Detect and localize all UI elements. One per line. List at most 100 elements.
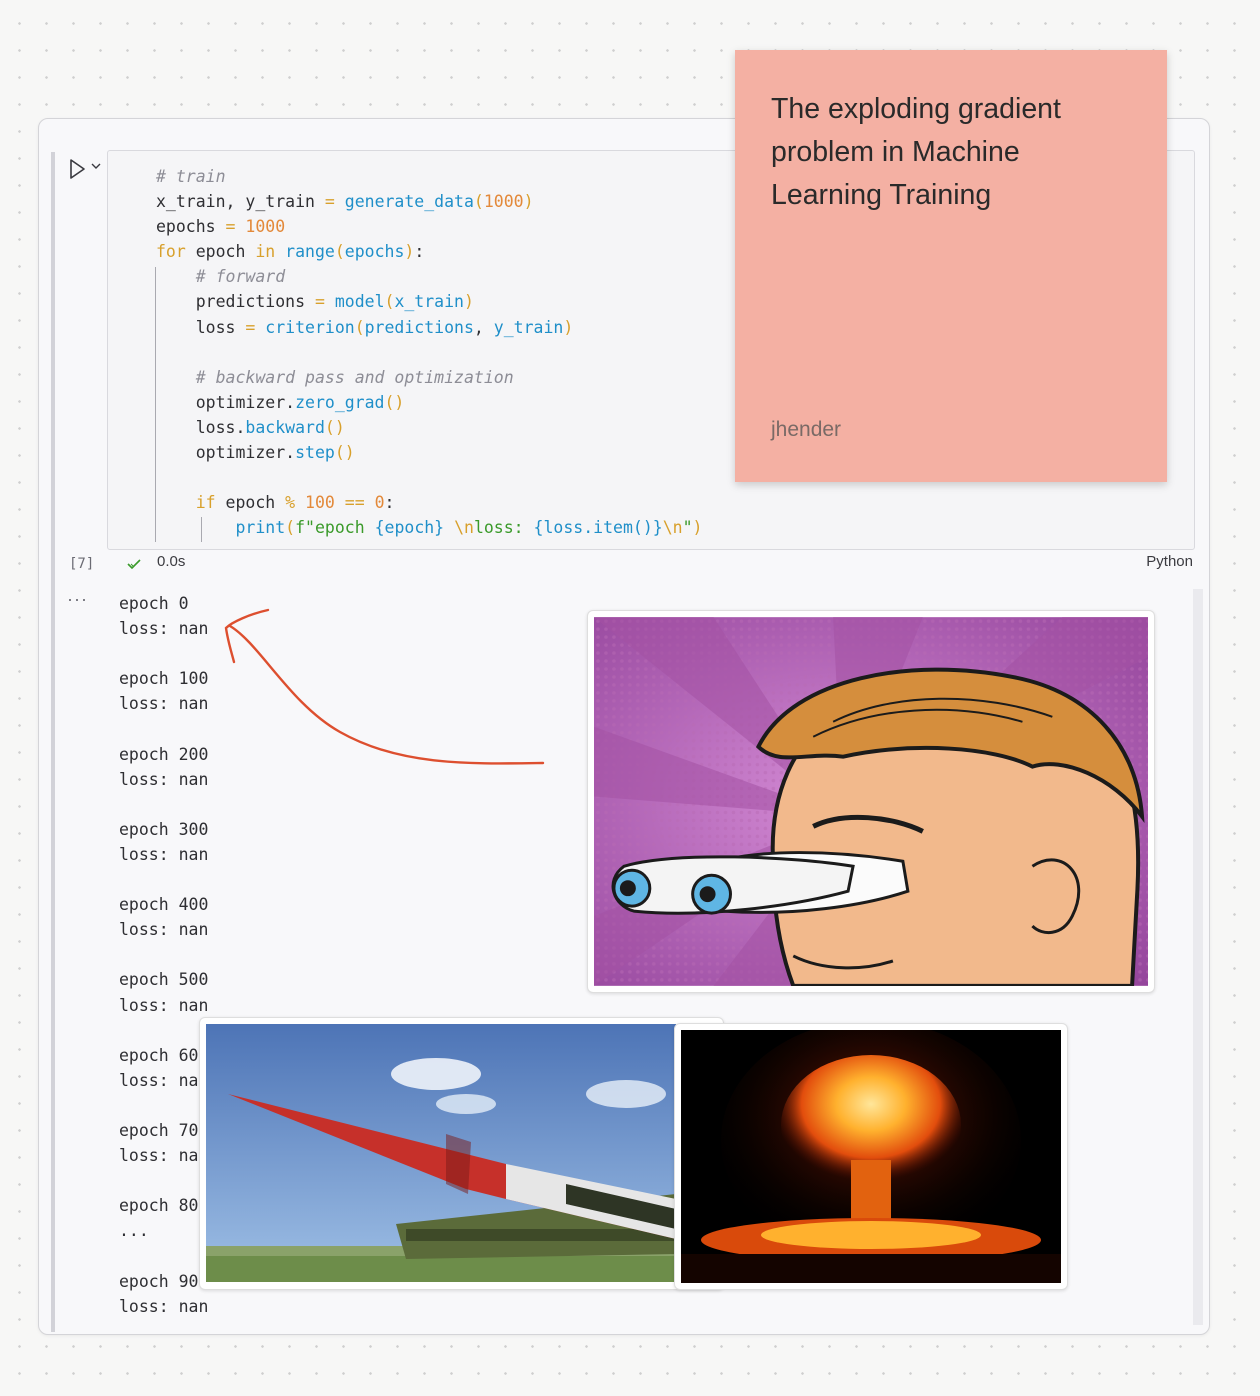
code-token: epoch (215, 493, 286, 513)
cell-focus-bar (51, 152, 55, 1332)
output-line: epoch 800 (119, 1196, 209, 1216)
rocket-missile-image[interactable] (199, 1017, 724, 1290)
comic-eyes-popping-image[interactable] (587, 610, 1155, 993)
code-token: epochs (344, 242, 405, 262)
output-line: epoch 900 (119, 1271, 209, 1291)
code-token: x_train, y_train (156, 192, 325, 212)
output-menu-icon[interactable]: ··· (67, 589, 88, 610)
code-token: : (384, 493, 395, 513)
code-line[interactable]: ​ (156, 465, 702, 490)
output-line: ​ (119, 641, 208, 666)
code-line[interactable]: if epoch % 100 == 0: (156, 490, 702, 515)
code-token: () (384, 392, 405, 412)
output-line: epoch 300 (119, 819, 209, 839)
code-token: criterion (265, 317, 355, 337)
code-token: epochs (156, 217, 226, 237)
run-cell-icon[interactable] (65, 157, 89, 181)
code-line[interactable]: loss.backward() (156, 415, 702, 440)
code-token: backward (245, 417, 325, 437)
code-token: ) (523, 192, 534, 212)
code-line[interactable]: x_train, y_train = generate_data(1000) (156, 189, 702, 214)
code-token: == (344, 493, 365, 513)
execution-count: [7] (69, 556, 95, 572)
output-line: ​ (119, 1093, 208, 1118)
code-line[interactable]: epochs = 1000 (156, 214, 702, 239)
code-content[interactable]: # train x_train, y_train = generate_data(… (156, 164, 702, 540)
code-line[interactable]: for epoch in range(epochs): (156, 239, 702, 264)
code-token: = (314, 292, 325, 312)
code-line[interactable]: optimizer.zero_grad() (156, 390, 702, 415)
code-token: loss. (156, 417, 246, 437)
output-line: ​ (119, 867, 208, 892)
code-token: ( (473, 192, 484, 212)
code-token: ) (463, 292, 474, 312)
code-line[interactable]: # backward pass and optimization (156, 365, 702, 390)
code-token: ) (563, 317, 574, 337)
code-token: ( (354, 317, 365, 337)
output-line: ​ (119, 1243, 208, 1268)
code-token: print (235, 518, 286, 538)
nuclear-explosion-image[interactable] (674, 1023, 1068, 1290)
code-line[interactable]: ​ (156, 340, 702, 365)
annotation-arrow-icon (224, 608, 545, 765)
code-token: in (255, 242, 276, 262)
sticky-note-title: The exploding gradient problem in Machin… (771, 93, 1061, 211)
output-line: epoch 100 (119, 669, 209, 689)
code-token: ( (384, 292, 395, 312)
code-token: zero_grad (295, 392, 385, 412)
code-line[interactable]: optimizer.step() (156, 440, 702, 465)
code-token: ) (692, 518, 703, 538)
code-line[interactable]: loss = criterion(predictions, y_train) (156, 315, 702, 340)
output-line: epoch 500 (119, 970, 209, 990)
output-line: loss: nan (119, 1146, 209, 1166)
code-line[interactable]: # forward (156, 264, 702, 289)
code-token: 1000 (245, 217, 286, 237)
code-token: : (414, 242, 425, 262)
output-line: loss: nan (119, 920, 209, 940)
chevron-down-icon[interactable] (89, 157, 103, 175)
cell-status-bar: 0.0s Python (107, 551, 1193, 575)
code-token: = (324, 192, 335, 212)
code-token: , (473, 317, 494, 337)
code-token: 0 (374, 493, 385, 513)
code-token: y_train (493, 317, 564, 337)
output-line: loss: nan (119, 844, 209, 864)
sticky-note[interactable]: The exploding gradient problem in Machin… (735, 50, 1167, 482)
output-line: loss: nan (119, 1070, 209, 1090)
code-token: = (245, 317, 256, 337)
output-line: loss: nan (119, 995, 209, 1015)
output-line: epoch 400 (119, 895, 209, 915)
code-token: f"epoch (295, 518, 375, 538)
code-token: ( (285, 518, 296, 538)
code-token: optimizer. (156, 443, 296, 463)
code-token: loss (156, 317, 246, 337)
code-line[interactable]: print(f"epoch {epoch} \nloss: {loss.item… (156, 515, 702, 540)
code-token: ( (334, 242, 345, 262)
output-line: epoch 200 (119, 744, 209, 764)
execution-duration: 0.0s (157, 553, 186, 570)
code-token: 100 (305, 493, 335, 513)
language-selector[interactable]: Python (1146, 553, 1193, 570)
code-token: () (324, 417, 345, 437)
code-line[interactable]: predictions = model(x_train) (156, 289, 702, 314)
code-token: = (225, 217, 236, 237)
output-line: loss: nan (119, 1296, 209, 1316)
code-token: epoch (185, 242, 256, 262)
output-line: ​ (119, 1168, 208, 1193)
output-scrollbar[interactable] (1193, 589, 1203, 1325)
code-line[interactable]: # train (156, 164, 702, 189)
code-token: {loss.item()} (533, 518, 663, 538)
code-token: range (285, 242, 335, 262)
code-token: \n (454, 518, 474, 538)
